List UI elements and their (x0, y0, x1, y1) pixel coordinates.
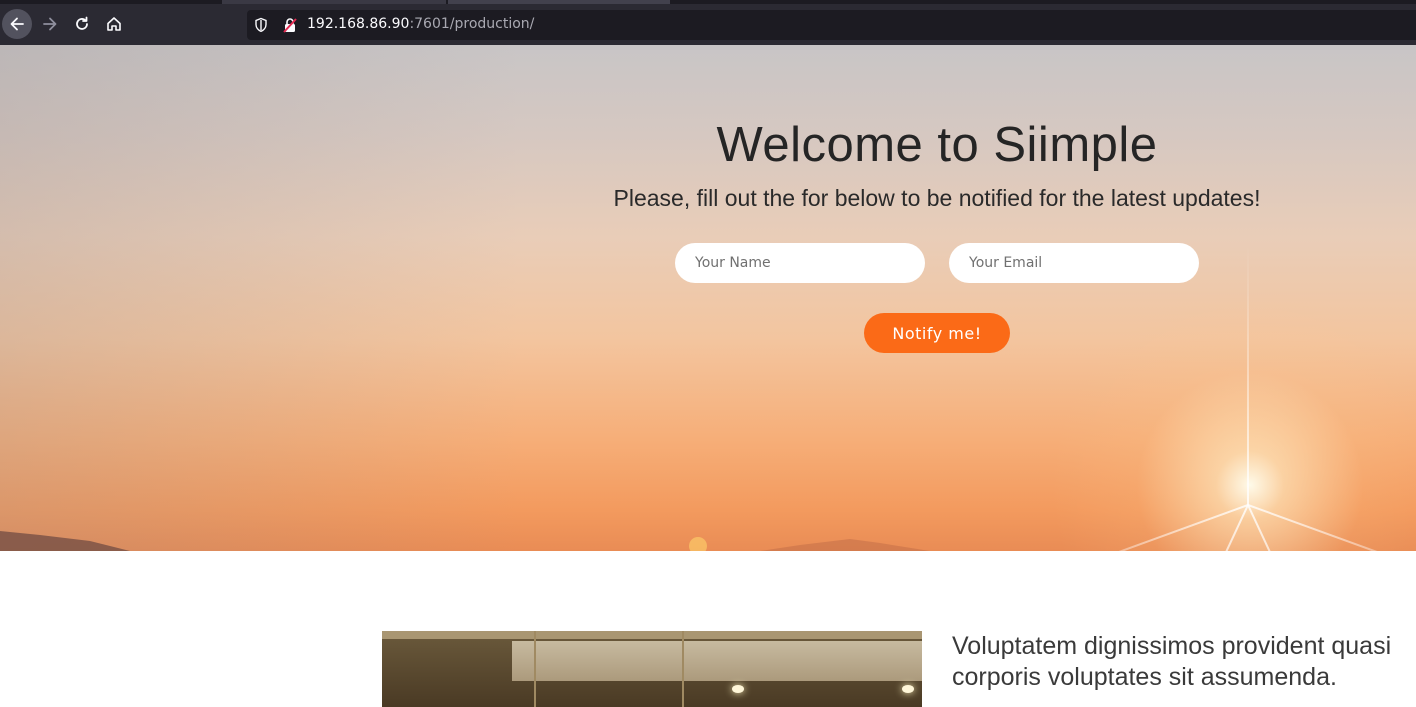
insecure-lock-icon[interactable] (283, 17, 297, 37)
hero-title: Welcome to Siimple (716, 118, 1158, 172)
hero-section: Welcome to Siimple Please, fill out the … (0, 45, 1416, 551)
url-host: 192.168.86.90 (307, 16, 410, 32)
restaurant-photo (382, 631, 922, 707)
url-path: :7601/production/ (409, 16, 535, 32)
photo-pole (682, 631, 684, 707)
back-arrow-icon (8, 15, 26, 33)
reload-button[interactable] (67, 9, 97, 39)
address-bar[interactable]: 192.168.86.90:7601/production/ (247, 10, 1416, 40)
photo-lamp (732, 685, 744, 693)
photo-pole (534, 631, 536, 707)
section-lead-text: Voluptatem dignissimos provident quasi c… (952, 632, 1392, 691)
browser-toolbar: 192.168.86.90:7601/production/ (0, 4, 1416, 45)
sun-ray (1247, 245, 1249, 505)
forward-arrow-icon (41, 15, 59, 33)
reload-icon (73, 15, 91, 33)
notify-me-button[interactable]: Notify me! (864, 313, 1010, 353)
home-icon (105, 15, 123, 33)
photo-ceiling (382, 631, 922, 639)
shield-icon[interactable] (254, 17, 268, 37)
hero-subtitle: Please, fill out the for below to be not… (613, 185, 1261, 211)
hills-silhouette (0, 531, 930, 551)
url-text[interactable]: 192.168.86.90:7601/production/ (307, 16, 534, 32)
forward-button[interactable] (35, 9, 65, 39)
home-button[interactable] (99, 9, 129, 39)
photo-lamp (902, 685, 914, 693)
photo-window (512, 641, 922, 681)
email-input[interactable] (949, 243, 1199, 283)
name-input[interactable] (675, 243, 925, 283)
back-button[interactable] (2, 9, 32, 39)
